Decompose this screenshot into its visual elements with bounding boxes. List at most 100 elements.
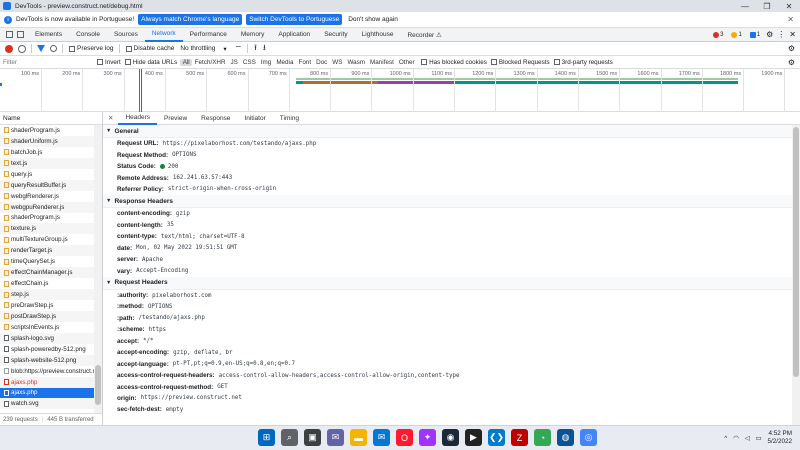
request-headers-section-toggle[interactable]: ▼ Request Headers xyxy=(103,276,792,290)
request-row[interactable]: queryResultBuffer.js xyxy=(0,179,95,191)
filter-type-manifest[interactable]: Manifest xyxy=(368,59,397,66)
search-icon[interactable]: ⌕ xyxy=(281,429,298,446)
opera-icon[interactable]: O xyxy=(396,429,413,446)
has-blocked-cookies-checkbox[interactable] xyxy=(421,59,428,65)
scrollbar-thumb[interactable] xyxy=(793,127,799,377)
device-toolbar-icon[interactable] xyxy=(17,31,24,38)
request-list-scrollbar[interactable] xyxy=(94,125,102,413)
filter-settings-icon[interactable]: ⚙ xyxy=(788,58,795,67)
request-row[interactable]: effectChainManager.js xyxy=(0,267,95,279)
chevron-down-icon[interactable]: ▾ xyxy=(223,45,226,53)
detail-tab-timing[interactable]: Timing xyxy=(273,112,306,125)
tab-recorder[interactable]: Recorder ⚠ xyxy=(400,28,448,42)
request-row[interactable]: timeQuerySet.js xyxy=(0,256,95,267)
throttling-select[interactable]: No throttling xyxy=(180,45,215,52)
filter-type-img[interactable]: Img xyxy=(258,59,274,66)
import-har-icon[interactable]: ⭱ xyxy=(254,42,257,56)
filter-icon[interactable] xyxy=(37,45,45,52)
tab-network[interactable]: Network xyxy=(144,28,183,42)
filter-type-doc[interactable]: Doc xyxy=(314,59,330,66)
volume-icon[interactable]: ◁ xyxy=(745,435,750,442)
filter-type-ws[interactable]: WS xyxy=(330,59,345,66)
request-row[interactable]: texture.js xyxy=(0,223,95,235)
tab-memory[interactable]: Memory xyxy=(234,28,271,42)
request-row[interactable]: shaderProgram.js xyxy=(0,213,95,224)
request-row[interactable]: text.js xyxy=(0,157,95,169)
request-row[interactable]: batchJob.js xyxy=(0,147,95,158)
wifi-icon[interactable]: ⌔ xyxy=(235,44,243,54)
details-scrollbar[interactable] xyxy=(792,125,800,425)
request-row[interactable]: preDrawStep.js xyxy=(0,300,95,311)
tab-application[interactable]: Application xyxy=(271,28,317,42)
scrollbar-thumb[interactable] xyxy=(95,365,101,405)
clear-icon[interactable] xyxy=(18,44,26,53)
clock[interactable]: 4:52 PM 5/2/2022 xyxy=(767,430,792,446)
network-app-icon[interactable]: ◍ xyxy=(557,429,574,446)
filter-input[interactable]: Filter xyxy=(3,59,93,66)
chart-app-icon[interactable]: ◔ xyxy=(534,429,551,446)
request-row[interactable]: splash-logo.svg xyxy=(0,332,95,344)
request-row[interactable]: splash-poweredby-512.png xyxy=(0,344,95,355)
settings-icon[interactable]: ⚙ xyxy=(766,30,773,39)
messenger-icon[interactable]: ✦ xyxy=(419,429,436,446)
filezilla-icon[interactable]: Z xyxy=(511,429,528,446)
request-row[interactable]: multiTextureGroup.js xyxy=(0,234,95,245)
dont-show-again-button[interactable]: Don't show again xyxy=(348,16,398,23)
request-row[interactable]: blob:https://preview.construct.net/... xyxy=(0,366,95,377)
detail-tab-preview[interactable]: Preview xyxy=(157,112,194,125)
filter-type-media[interactable]: Media xyxy=(274,59,296,66)
issues-badge[interactable]: 1 xyxy=(748,31,762,38)
tab-security[interactable]: Security xyxy=(317,28,354,42)
filter-type-all[interactable]: All xyxy=(180,58,193,66)
filter-type-fetch-xhr[interactable]: Fetch/XHR xyxy=(192,59,228,66)
request-row[interactable]: scriptsInEvents.js xyxy=(0,322,95,333)
close-infobar-icon[interactable]: ✕ xyxy=(787,15,794,24)
detail-tab-response[interactable]: Response xyxy=(194,112,237,125)
request-row[interactable]: query.js xyxy=(0,169,95,180)
preserve-log-checkbox[interactable] xyxy=(69,45,75,52)
tray-chevron-icon[interactable]: ^ xyxy=(724,435,727,442)
filter-type-font[interactable]: Font xyxy=(296,59,314,66)
chrome-icon[interactable]: ◎ xyxy=(580,429,597,446)
name-column-header[interactable]: Name xyxy=(0,112,102,125)
filter-type-wasm[interactable]: Wasm xyxy=(345,59,368,66)
windows-start-icon[interactable]: ⊞ xyxy=(258,429,275,446)
blocked-requests-checkbox[interactable] xyxy=(490,59,497,65)
more-options-icon[interactable]: ⋮ xyxy=(777,30,785,39)
file-explorer-icon[interactable]: ▬ xyxy=(350,429,367,446)
hide-data-urls-checkbox[interactable] xyxy=(124,59,131,65)
detail-tab-headers[interactable]: Headers xyxy=(118,112,158,125)
filter-type-other[interactable]: Other xyxy=(396,59,417,66)
invert-checkbox[interactable] xyxy=(97,59,103,65)
filter-type-js[interactable]: JS xyxy=(228,59,240,66)
search-icon[interactable] xyxy=(50,45,57,52)
warning-badge[interactable]: 1 xyxy=(729,31,743,38)
detail-tab-initiator[interactable]: Initiator xyxy=(237,112,272,125)
tab-console[interactable]: Console xyxy=(69,28,107,42)
inspect-element-icon[interactable] xyxy=(6,31,13,38)
tab-elements[interactable]: Elements xyxy=(28,28,69,42)
filter-type-css[interactable]: CSS xyxy=(240,59,258,66)
media-icon[interactable]: ▶ xyxy=(465,429,482,446)
battery-icon[interactable]: ▭ xyxy=(756,435,762,442)
error-badge[interactable]: 3 xyxy=(711,31,725,38)
response-headers-section-toggle[interactable]: ▼ Response Headers xyxy=(103,195,792,209)
match-language-button[interactable]: Always match Chrome's language xyxy=(138,14,243,25)
general-section-toggle[interactable]: ▼ General xyxy=(103,125,792,138)
request-row[interactable]: webgpuRenderer.js xyxy=(0,201,95,213)
maximize-button[interactable]: ❐ xyxy=(756,0,778,12)
task-view-icon[interactable]: ▣ xyxy=(304,429,321,446)
close-details-icon[interactable]: ✕ xyxy=(103,114,118,122)
close-devtools-icon[interactable]: ✕ xyxy=(789,30,796,39)
export-har-icon[interactable]: ⭳ xyxy=(263,42,266,56)
request-row[interactable]: postDrawStep.js xyxy=(0,310,95,322)
close-window-button[interactable]: ✕ xyxy=(778,0,800,12)
request-row[interactable]: effectChain.js xyxy=(0,278,95,289)
record-icon[interactable] xyxy=(5,44,13,53)
third-party-checkbox[interactable] xyxy=(553,59,560,65)
request-row[interactable]: splash-website-512.png xyxy=(0,354,95,366)
request-row[interactable]: shaderUniform.js xyxy=(0,135,95,147)
request-row[interactable]: ajaxs.php xyxy=(0,387,95,399)
steam-icon[interactable]: ◉ xyxy=(442,429,459,446)
wifi-tray-icon[interactable]: ◠ xyxy=(733,435,739,442)
